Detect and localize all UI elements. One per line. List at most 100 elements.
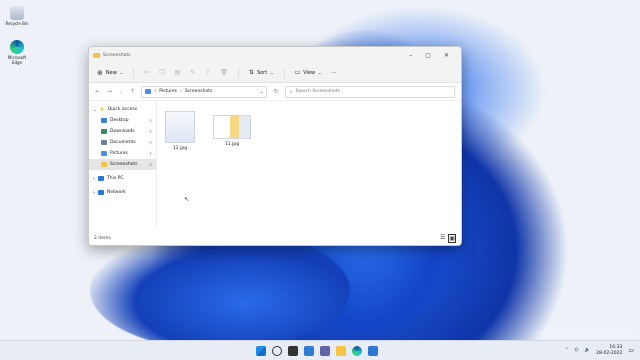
- desktop-icon-label: Microsoft Edge: [7, 55, 27, 65]
- refresh-icon[interactable]: ↻: [273, 88, 279, 95]
- up-icon[interactable]: ↑: [130, 88, 136, 95]
- rename-icon[interactable]: ✎: [190, 69, 195, 76]
- cut-icon[interactable]: ✂: [144, 69, 149, 76]
- sort-label: Sort: [256, 69, 268, 76]
- clock-date: 28-02-2022: [596, 350, 623, 356]
- recycle-bin-icon: [10, 6, 24, 20]
- item-count: 2 items: [94, 235, 111, 241]
- maximize-button[interactable]: ▢: [425, 52, 431, 59]
- sidebar-item-downloads[interactable]: Downloads ⚲: [89, 126, 156, 137]
- desktop-icon-label: Recycle Bin: [5, 21, 29, 26]
- delete-icon[interactable]: 🗑: [220, 69, 228, 76]
- sidebar-item-network[interactable]: › Network: [89, 187, 156, 198]
- file-list[interactable]: 12.jpg 11.jpg ↖: [157, 101, 461, 229]
- chevron-down-icon: ⌄: [93, 107, 97, 112]
- task-view-icon[interactable]: [288, 345, 298, 356]
- pictures-icon: [145, 89, 152, 94]
- address-row: ← → ⌄ ↑ › Pictures › Screenshots ⌄ ↻ ⌕ S…: [89, 83, 461, 101]
- wallpaper-bloom: [90, 230, 350, 350]
- view-label: View: [303, 69, 316, 76]
- chevron-down-icon: ⌄: [119, 70, 124, 75]
- file-explorer-window[interactable]: Screenshots – ▢ ✕ ⊕ New ⌄ ✂ ❐ ▤ ✎ ⇪ 🗑 ⇅ …: [88, 46, 462, 246]
- notification-icon[interactable]: ▭: [628, 347, 634, 354]
- more-button[interactable]: ···: [331, 70, 336, 76]
- chevron-right-icon: ›: [93, 189, 95, 196]
- pin-icon: ⚲: [149, 129, 152, 134]
- pin-icon: ⚲: [149, 151, 152, 156]
- sidebar-item-this-pc[interactable]: › This PC: [89, 173, 156, 184]
- minimize-button[interactable]: –: [409, 52, 412, 59]
- pin-icon: ⚲: [149, 118, 152, 123]
- view-icon: ▭: [294, 69, 301, 76]
- sidebar-item-screenshots[interactable]: Screenshots ⚲: [89, 159, 156, 170]
- edge-icon[interactable]: [352, 345, 362, 356]
- file-explorer-icon[interactable]: [336, 345, 346, 356]
- nav-chevron-icon: ›: [154, 89, 157, 94]
- network-icon: [98, 190, 104, 195]
- documents-icon: [101, 140, 107, 145]
- file-name: 11.jpg: [224, 142, 240, 147]
- share-icon[interactable]: ⇪: [205, 69, 210, 76]
- back-icon[interactable]: ←: [95, 88, 101, 95]
- sidebar-item-desktop[interactable]: Desktop ⚲: [89, 115, 156, 126]
- chevron-down-icon: ⌄: [318, 70, 322, 75]
- file-name: 12.jpg: [172, 146, 188, 151]
- chevron-right-icon: ›: [93, 175, 95, 182]
- sort-icon: ⇅: [248, 69, 254, 76]
- breadcrumb-item[interactable]: Pictures: [159, 89, 177, 94]
- downloads-icon: [101, 129, 107, 134]
- chevron-down-icon[interactable]: ⌄: [118, 89, 124, 94]
- window-title: Screenshots: [103, 52, 131, 58]
- chevron-down-icon: ⌄: [270, 70, 274, 75]
- thumbnail-view-icon[interactable]: ▣: [448, 233, 456, 243]
- sidebar-item-label: Downloads: [110, 129, 135, 134]
- network-icon[interactable]: ⌬: [575, 348, 579, 353]
- sidebar-item-label: Desktop: [110, 118, 129, 123]
- sidebar-item-label: Pictures: [110, 151, 128, 156]
- file-thumbnail: [165, 111, 195, 143]
- title-bar[interactable]: Screenshots – ▢ ✕: [89, 47, 461, 63]
- sort-button[interactable]: ⇅ Sort ⌄: [249, 69, 274, 76]
- file-thumbnail: [213, 115, 251, 139]
- new-label: New: [105, 69, 117, 76]
- close-button[interactable]: ✕: [444, 52, 449, 59]
- new-button[interactable]: ⊕ New ⌄: [97, 69, 123, 77]
- navigation-pane: ⌄ ★ Quick access Desktop ⚲ Downloads ⚲ D…: [89, 101, 157, 229]
- sidebar-item-documents[interactable]: Documents ⚲: [89, 137, 156, 148]
- volume-icon[interactable]: 🔈: [585, 348, 591, 353]
- clock[interactable]: 16:33 28-02-2022: [596, 345, 622, 357]
- details-view-icon[interactable]: ☰: [440, 234, 445, 243]
- breadcrumb[interactable]: › Pictures › Screenshots ⌄: [141, 85, 268, 98]
- store-icon[interactable]: [368, 345, 378, 356]
- status-bar: 2 items ☰ ▣: [89, 231, 461, 245]
- system-tray: ⌃ ⌬ 🔈 16:33 28-02-2022 ▭: [565, 345, 634, 357]
- desktop-icon: [101, 118, 107, 123]
- file-item[interactable]: 11.jpg: [213, 115, 251, 147]
- desktop-icon-edge[interactable]: Microsoft Edge: [4, 40, 30, 65]
- sidebar-item-label: This PC: [107, 176, 124, 181]
- sidebar-item-label: Documents: [110, 140, 136, 145]
- sidebar-item-label: Screenshots: [110, 162, 138, 167]
- search-icon[interactable]: [272, 345, 282, 356]
- start-icon[interactable]: [256, 345, 266, 356]
- file-item[interactable]: 12.jpg: [165, 111, 195, 151]
- forward-icon[interactable]: →: [107, 88, 113, 95]
- divider: [283, 67, 285, 78]
- search-input[interactable]: ⌕ Search Screenshots: [285, 85, 455, 98]
- chevron-down-icon[interactable]: ⌄: [260, 89, 263, 94]
- star-icon: ★: [99, 106, 105, 113]
- desktop-icon-recycle-bin[interactable]: Recycle Bin: [4, 6, 30, 26]
- sidebar-item-pictures[interactable]: Pictures ⚲: [89, 148, 156, 159]
- widgets-icon[interactable]: [304, 345, 314, 356]
- chat-icon[interactable]: [320, 345, 330, 356]
- chevron-up-icon[interactable]: ⌃: [565, 348, 569, 353]
- folder-icon: [101, 162, 107, 167]
- breadcrumb-item[interactable]: Screenshots: [185, 89, 213, 94]
- sidebar-item-quick-access[interactable]: ⌄ ★ Quick access: [89, 104, 156, 115]
- paste-icon[interactable]: ▤: [175, 69, 181, 76]
- copy-icon[interactable]: ❐: [159, 69, 164, 76]
- evaluation-watermark: Windows 11 Pro Evaluation copy. Build 22…: [535, 326, 632, 336]
- divider: [133, 67, 135, 78]
- watermark-line: Evaluation copy. Build 22463.rs_release.…: [535, 331, 632, 335]
- view-button[interactable]: ▭ View ⌄: [295, 69, 322, 76]
